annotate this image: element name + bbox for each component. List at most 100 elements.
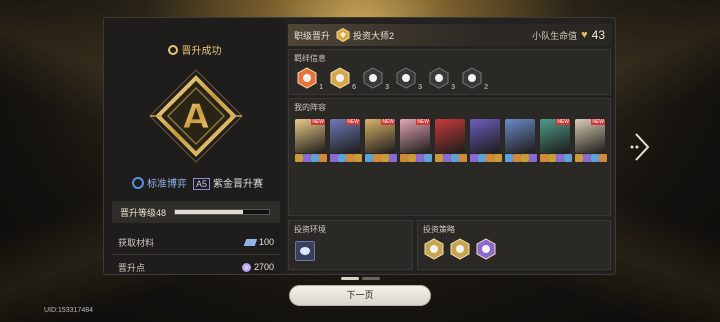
equipment-icon[interactable] xyxy=(319,154,327,162)
level-label: 晋升等级48 xyxy=(120,207,167,218)
page-dot xyxy=(362,277,380,280)
equipment-icon[interactable] xyxy=(295,154,303,162)
equipment-icon[interactable] xyxy=(599,154,607,162)
strategy-title: 投资策略 xyxy=(423,225,455,234)
material-icon xyxy=(243,238,258,246)
bond-info-box: 羁绊信息 1 6 3 3 3 2 xyxy=(288,49,611,95)
equipment-icon[interactable] xyxy=(373,154,381,162)
rank-up-label: 职级晋升 xyxy=(294,30,331,41)
new-tag: NEW xyxy=(346,119,360,125)
points-icon xyxy=(241,262,251,272)
equipment-icon[interactable] xyxy=(443,154,451,162)
spiral-icon[interactable]: 2 xyxy=(462,67,488,91)
rank-badge-icon: A xyxy=(149,69,243,163)
equipment-icon[interactable] xyxy=(365,154,373,162)
life-label: 小队生命值 xyxy=(532,30,578,41)
new-tag: NEW xyxy=(556,119,570,125)
equipment-icon[interactable] xyxy=(486,154,494,162)
equipment-icon[interactable] xyxy=(459,154,467,162)
equipment-icon[interactable] xyxy=(416,154,424,162)
stat-divider xyxy=(112,254,280,255)
equipment-icon[interactable] xyxy=(400,154,408,162)
lineup-character-1[interactable]: NEW xyxy=(295,119,325,153)
level-progress-fill xyxy=(175,210,243,214)
new-tag: NEW xyxy=(416,119,430,125)
lineup-character-2[interactable]: NEW xyxy=(330,119,360,153)
points-value: 2700 xyxy=(253,262,274,272)
equipment-icon[interactable] xyxy=(478,154,486,162)
bond-title: 羁绊信息 xyxy=(294,54,326,63)
lineup-character-9[interactable]: NEW xyxy=(575,119,605,153)
equipment-icon[interactable] xyxy=(521,154,529,162)
new-tag: NEW xyxy=(591,119,605,125)
equipment-icon[interactable] xyxy=(330,154,338,162)
investor-rank-icon xyxy=(336,28,350,42)
equipment-icon[interactable] xyxy=(494,154,502,162)
new-tag: NEW xyxy=(311,119,325,125)
bond-count: 3 xyxy=(451,84,455,91)
lineup-character-7[interactable] xyxy=(505,119,535,153)
cross-icon[interactable]: 3 xyxy=(429,67,455,91)
equipment-icon[interactable] xyxy=(303,154,311,162)
bond-count: 3 xyxy=(418,84,422,91)
success-header: 晋升成功 xyxy=(104,42,285,57)
strategy-triangle-icon[interactable] xyxy=(476,238,496,260)
equipment-icon[interactable] xyxy=(505,154,513,162)
materials-label: 获取材料 xyxy=(118,237,155,248)
equipment-icon[interactable] xyxy=(470,154,478,162)
lineup-character-8[interactable]: NEW xyxy=(540,119,570,153)
gear-bond-icon[interactable]: 3 xyxy=(396,67,422,91)
equipment-icon[interactable] xyxy=(529,154,537,162)
tier-badge: A5 xyxy=(193,178,211,190)
strategy-coin-icon[interactable] xyxy=(424,238,444,260)
equipment-icon[interactable] xyxy=(591,154,599,162)
level-row: 晋升等级48 xyxy=(112,201,280,223)
mode-icon xyxy=(132,177,144,189)
tier-tag: A5 紫金晋升赛 xyxy=(193,175,263,190)
rank-letter: A xyxy=(183,97,210,137)
bond-count: 3 xyxy=(385,84,389,91)
next-arrow-icon[interactable] xyxy=(628,132,652,162)
equipment-icon[interactable] xyxy=(575,154,583,162)
rank-summary: 晋升成功 A 标准博弈 A5 紫金晋升赛 晋升等级48 获取材料 100 晋升点… xyxy=(104,18,285,274)
equipment-icon[interactable] xyxy=(564,154,572,162)
equipment-icon[interactable] xyxy=(548,154,556,162)
lineup-character-6[interactable] xyxy=(470,119,500,153)
environment-paw-icon[interactable] xyxy=(295,241,315,261)
equipment-icon[interactable] xyxy=(381,154,389,162)
equipment-icon[interactable] xyxy=(435,154,443,162)
next-page-button[interactable]: 下一页 xyxy=(289,285,431,306)
bond-count: 1 xyxy=(319,84,323,91)
equipment-icon[interactable] xyxy=(513,154,521,162)
strategy-card-icon[interactable] xyxy=(450,238,470,260)
flame-path-icon[interactable]: 1 xyxy=(297,67,323,91)
equipment-icon[interactable] xyxy=(556,154,564,162)
equipment-icon[interactable] xyxy=(583,154,591,162)
tier-tags: 标准博弈 A5 紫金晋升赛 xyxy=(132,175,263,190)
materials-row: 获取材料 100 xyxy=(112,231,280,253)
bond-count: 2 xyxy=(484,84,488,91)
bond-count: 6 xyxy=(352,84,356,91)
level-progress-bar xyxy=(174,209,271,215)
points-label: 晋升点 xyxy=(118,262,146,273)
equipment-icon[interactable] xyxy=(346,154,354,162)
mode-name: 标准博弈 xyxy=(147,179,187,190)
points-row: 晋升点 2700 xyxy=(112,256,280,278)
equipment-icon[interactable] xyxy=(311,154,319,162)
burst-icon[interactable]: 6 xyxy=(330,67,356,91)
equipment-icon[interactable] xyxy=(354,154,362,162)
equipment-icon[interactable] xyxy=(451,154,459,162)
lineup-character-5[interactable] xyxy=(435,119,465,153)
equipment-icon[interactable] xyxy=(408,154,416,162)
page-dot-active xyxy=(341,277,359,280)
equipment-icon[interactable] xyxy=(540,154,548,162)
lineup-character-4[interactable]: NEW xyxy=(400,119,430,153)
lineup-title: 我的阵容 xyxy=(294,103,326,112)
equipment-icon[interactable] xyxy=(424,154,432,162)
battery-icon[interactable]: 3 xyxy=(363,67,389,91)
equipment-icon[interactable] xyxy=(389,154,397,162)
environment-title: 投资环境 xyxy=(294,225,326,234)
result-panel: 晋升成功 A 标准博弈 A5 紫金晋升赛 晋升等级48 获取材料 100 晋升点… xyxy=(103,17,616,275)
lineup-character-3[interactable]: NEW xyxy=(365,119,395,153)
equipment-icon[interactable] xyxy=(338,154,346,162)
